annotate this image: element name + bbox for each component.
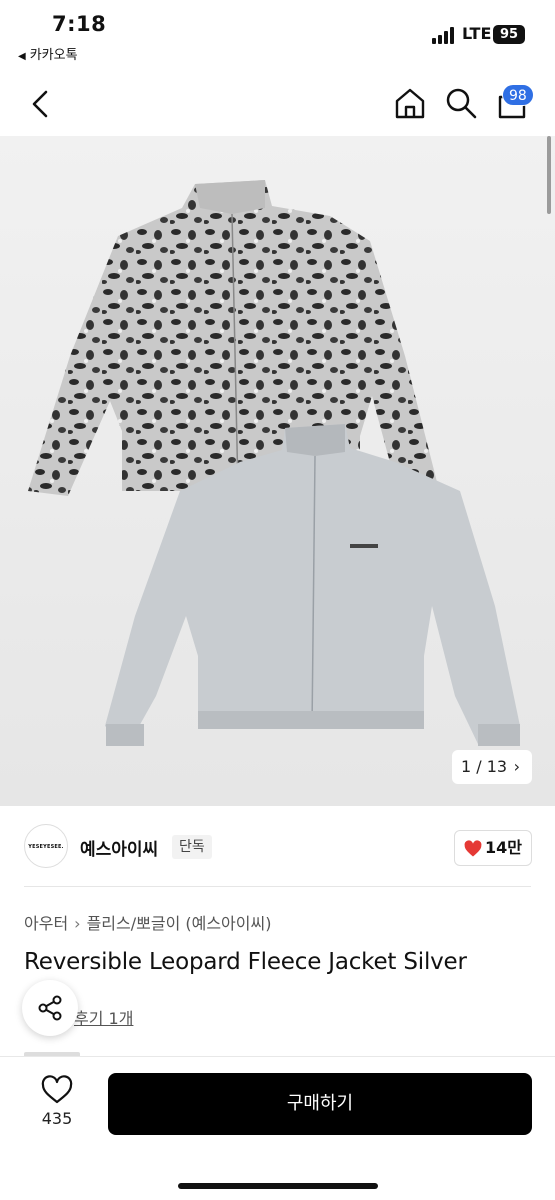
chevron-right-icon: › [74,914,81,933]
product-title: Reversible Leopard Fleece Jacket Silver [24,949,467,975]
breadcrumb-category[interactable]: 아우터 [24,914,68,933]
review-link[interactable]: 후기 1개 [74,1005,133,1029]
signal-icon [432,26,456,44]
breadcrumb-subcategory[interactable]: 플리스/뽀글이 (예스아이씨) [87,914,272,933]
home-indicator [178,1183,378,1189]
seller-like-count: 14만 [485,838,522,857]
heart-filled-icon [464,840,482,857]
breadcrumb: 아우터 › 플리스/뽀글이 (예스아이씨) [24,910,271,934]
product-image[interactable] [0,136,555,806]
seller-row: YESEYESEE. 예스아이씨 단독 14만 [0,806,555,886]
image-counter-text: 1 / 13 [461,757,508,776]
back-to-app-link[interactable]: ◀ 카카오톡 [18,44,78,63]
network-label: LTE [462,24,492,43]
cart-count-badge: 98 [502,84,534,106]
seller-name[interactable]: 예스아이씨 [80,835,158,860]
wish-count: 435 [41,1109,73,1128]
back-triangle-icon: ◀ [18,51,26,62]
image-counter[interactable]: 1 / 13 › [452,750,532,784]
seller-logo[interactable]: YESEYESEE. [24,824,68,868]
share-button[interactable] [22,980,78,1036]
nav-bar [0,72,555,136]
home-icon[interactable] [393,86,427,120]
status-bar: 7:18 ◀ 카카오톡 LTE 95 [0,0,555,70]
seller-like-button[interactable]: 14만 [454,830,532,866]
scroll-indicator[interactable] [547,136,551,214]
chevron-right-icon: › [513,757,520,776]
back-arrow-icon[interactable] [28,88,54,120]
search-icon[interactable] [444,86,478,120]
status-time: 7:18 [52,12,107,36]
back-app-label: 카카오톡 [29,48,78,63]
jacket-illustration [28,180,520,746]
bottom-bar: 435 구매하기 [0,1056,555,1200]
exclusive-badge: 단독 [172,835,212,859]
buy-button[interactable]: 구매하기 [108,1073,532,1135]
divider [24,886,531,887]
heart-outline-icon[interactable] [40,1075,74,1105]
battery-icon: 95 [493,25,525,44]
share-icon [38,995,62,1021]
